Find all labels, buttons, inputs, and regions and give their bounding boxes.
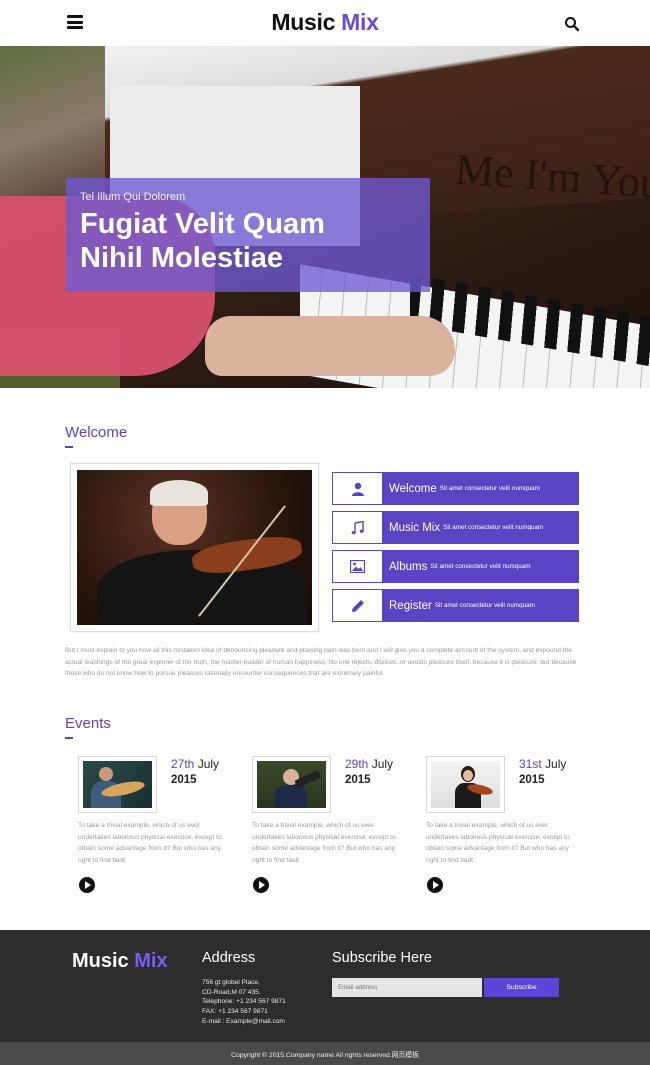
address-block: 756 gt globel Place, CD-Road,M 07 435. T… <box>202 978 286 1027</box>
site-footer: Music Mix Address 756 gt globel Place, C… <box>0 930 650 1042</box>
event-description: To take a trivial example, which of us e… <box>78 822 222 864</box>
event-date: 27th July <box>171 757 219 771</box>
play-button-icon[interactable] <box>427 877 443 893</box>
event-day: 27th <box>171 757 195 771</box>
events-heading: Events <box>65 715 111 739</box>
logo-main-text: Music <box>271 9 336 35</box>
event-thumbnail[interactable] <box>426 756 505 813</box>
feature-register[interactable]: Register Sit amet consectetur velit numq… <box>332 589 579 622</box>
welcome-photo-frame <box>70 463 319 632</box>
address-line: Telephone: +1 234 567 9871 <box>202 998 286 1006</box>
site-header: Music Mix <box>0 0 650 46</box>
hero-title-line-1: Fugiat Velit Quam <box>80 208 325 240</box>
feature-title: Welcome <box>389 482 437 495</box>
play-button-icon[interactable] <box>253 877 269 893</box>
feature-subtitle: Sit amet consectetur velit numquam <box>430 563 531 570</box>
address-heading: Address <box>202 950 256 966</box>
logo-accent-text: Mix <box>341 9 379 35</box>
event-date: 31st July <box>519 757 566 771</box>
address-line: CD-Road,M 07 435. <box>202 988 261 996</box>
hero-banner: Me I'm You Tel Illum Qui Dolorem Fugiat … <box>0 46 650 388</box>
violinist-photo <box>77 470 312 625</box>
hero-title: Fugiat Velit Quam Nihil Molestiae <box>80 207 430 275</box>
event-month: July <box>371 757 394 771</box>
search-icon[interactable] <box>564 16 580 32</box>
hero-title-line-2: Nihil Molestiae <box>80 242 284 274</box>
user-icon <box>333 473 382 504</box>
welcome-heading: Welcome <box>65 424 127 448</box>
hero-hand <box>205 316 455 376</box>
feature-music-mix[interactable]: Music Mix Sit amet consectetur velit num… <box>332 511 579 544</box>
event-description: To take a trivial example, which of us e… <box>426 822 570 864</box>
address-line: FAX: +1 234 567 9871 <box>202 1008 268 1016</box>
footer-logo[interactable]: Music Mix <box>72 950 168 973</box>
footer-logo-accent: Mix <box>134 950 168 972</box>
subscribe-heading: Subscribe Here <box>332 950 432 966</box>
play-button-icon[interactable] <box>79 877 95 893</box>
feature-title: Albums <box>389 560 428 573</box>
feature-title: Music Mix <box>389 521 441 534</box>
email-input[interactable] <box>332 978 482 997</box>
copyright-bar: Copyright © 2015.Company name All rights… <box>0 1042 650 1065</box>
event-year: 2015 <box>345 774 371 786</box>
event-year: 2015 <box>171 774 197 786</box>
picture-icon <box>333 551 382 582</box>
hero-caption-box: Tel Illum Qui Dolorem Fugiat Velit Quam … <box>66 178 430 292</box>
event-thumbnail[interactable] <box>78 756 157 813</box>
event-description: To take a trivial example, which of us e… <box>252 822 396 864</box>
event-year: 2015 <box>519 774 545 786</box>
welcome-paragraph: But I must explain to you how all this m… <box>65 647 577 677</box>
music-note-icon <box>333 512 382 543</box>
feature-title: Register <box>389 599 432 612</box>
site-logo[interactable]: Music Mix <box>0 9 650 36</box>
event-month: July <box>197 757 220 771</box>
address-line: 756 gt globel Place, <box>202 979 260 986</box>
footer-logo-main: Music <box>72 950 129 972</box>
event-thumbnail[interactable] <box>252 756 331 813</box>
pencil-icon <box>333 590 382 621</box>
feature-albums[interactable]: Albums Sit amet consectetur velit numqua… <box>332 550 579 583</box>
address-line: E-mail : Example@mail.com <box>202 1017 285 1025</box>
subscribe-button[interactable]: Subscribe <box>484 978 559 997</box>
event-day: 29th <box>345 757 369 771</box>
feature-welcome[interactable]: Welcome Sit amet consectetur velit numqu… <box>332 472 579 505</box>
event-day: 31st <box>519 757 542 771</box>
event-month: July <box>545 757 567 771</box>
hero-subtitle: Tel Illum Qui Dolorem <box>80 191 186 203</box>
event-date: 29th July <box>345 757 393 771</box>
feature-subtitle: Sit amet consectetur velit numquam <box>443 524 544 531</box>
feature-subtitle: Sit amet consectetur velit numquam <box>439 485 540 492</box>
feature-subtitle: Sit amet consectetur velit numquam <box>434 602 535 609</box>
